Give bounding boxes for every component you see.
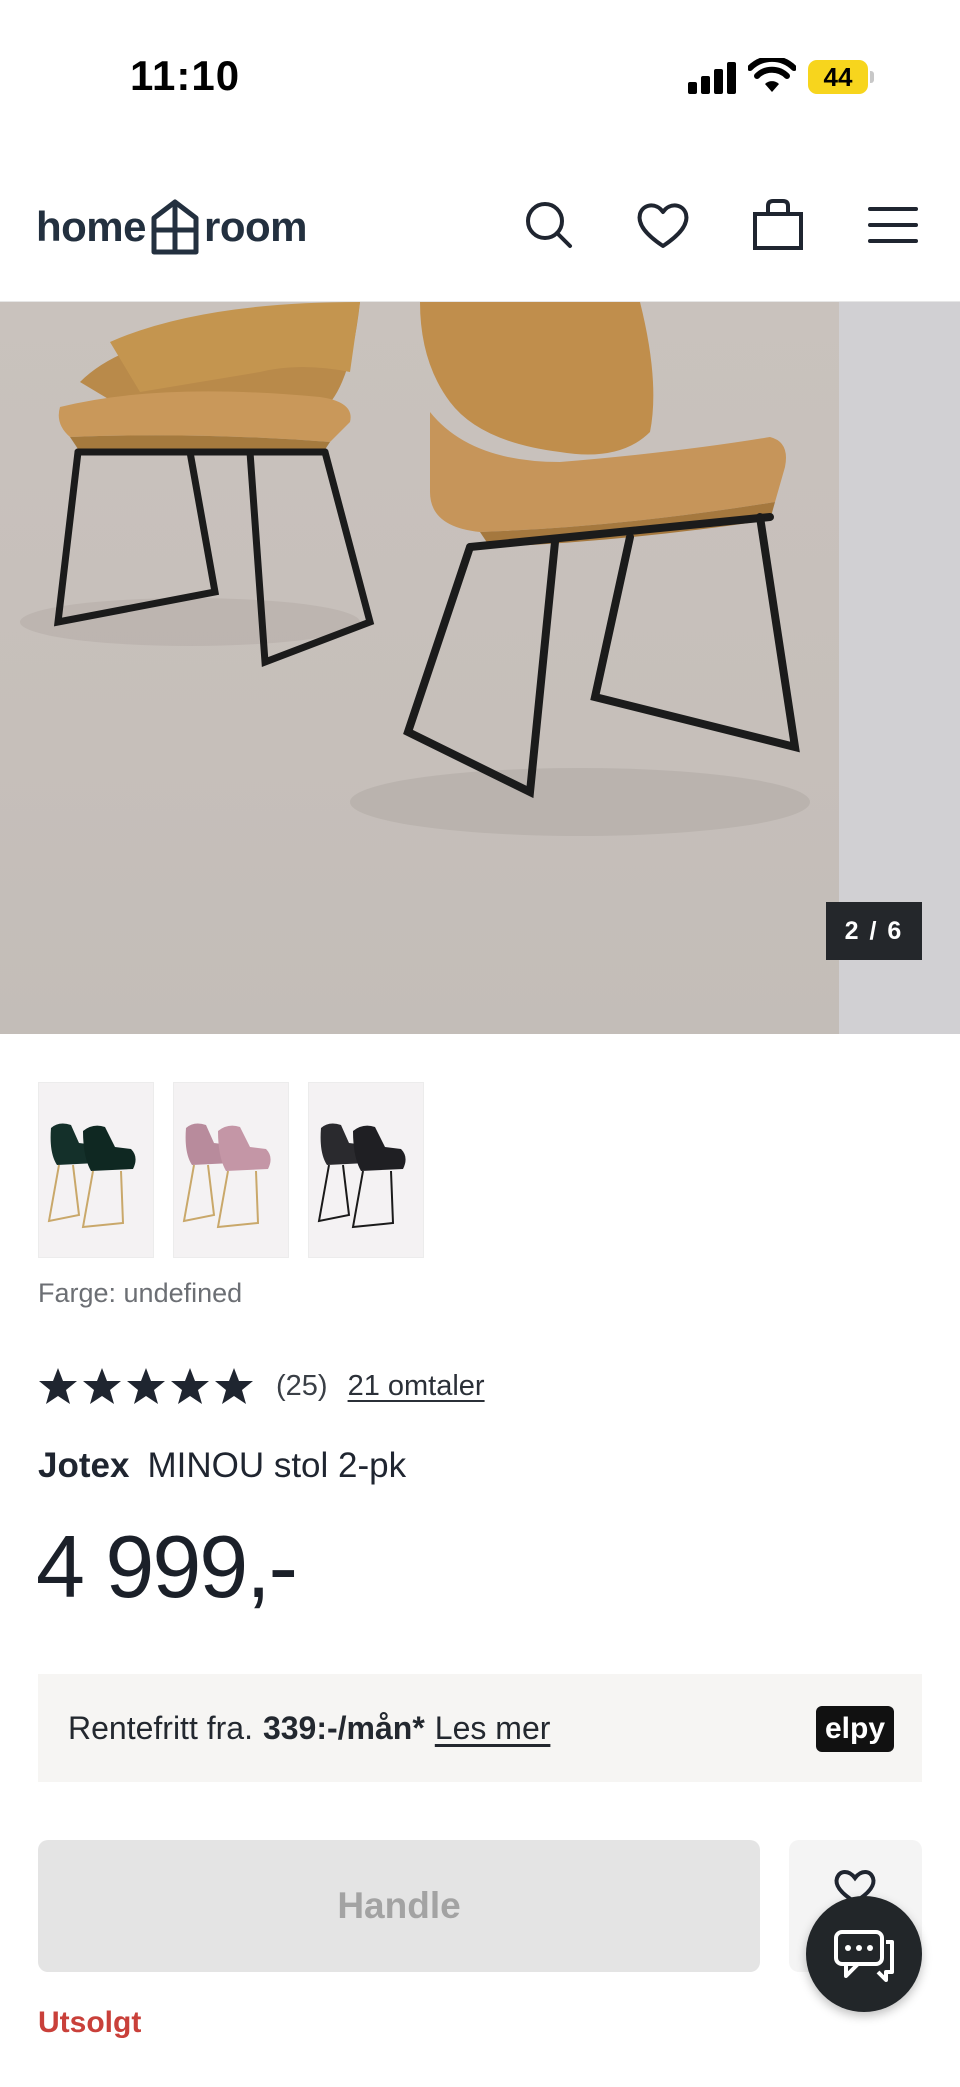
product-price: 4 999,- [36,1517,298,1616]
variant-pink[interactable] [173,1082,289,1258]
financing-amount: 339:-/mån* [262,1709,425,1746]
color-variants [38,1082,424,1258]
reviews-link[interactable]: 21 omtaler [348,1370,485,1403]
star-rating [38,1366,254,1406]
rating-count: (25) [276,1369,328,1402]
rating-row: (25) 21 omtaler [38,1366,485,1406]
product-brand[interactable]: Jotex [38,1446,129,1485]
house-logo-icon [151,199,199,255]
chat-icon [834,1930,894,1982]
homeroom-logo[interactable]: home room [36,192,308,262]
elpy-logo: elpy [816,1706,894,1752]
financing-prefix: Rentefritt fra. [68,1709,253,1746]
battery-icon: 44 [808,60,874,94]
search-icon[interactable] [520,196,578,254]
product-title: Jotex MINOU stol 2-pk [38,1446,406,1486]
color-label: Farge: undefined [38,1278,243,1308]
read-more-link[interactable]: Les mer [435,1710,551,1747]
battery-level: 44 [823,62,853,92]
wifi-icon [748,58,796,92]
sold-out-label: Utsolgt [38,2006,142,2039]
star-icon [83,1368,121,1404]
variant-black[interactable] [308,1082,424,1258]
product-image[interactable] [0,302,839,1034]
logo-text-left: home [36,203,147,250]
image-counter: 2 / 6 [826,902,922,960]
buy-button[interactable]: Handle [38,1840,760,1972]
shopping-bag-icon[interactable] [749,196,807,254]
heart-icon[interactable] [634,196,692,254]
variant-green[interactable] [38,1082,154,1258]
star-icon [39,1368,77,1404]
star-icon [215,1368,253,1404]
financing-banner: Rentefritt fra. 339:-/mån* Les mer elpy [38,1674,922,1782]
logo-text-right: room [204,203,308,250]
menu-icon[interactable] [864,196,922,254]
status-time: 11:10 [130,52,241,99]
product-name: MINOU stol 2-pk [147,1446,407,1485]
status-bar: 11:10 44 [0,0,960,150]
star-icon [171,1368,209,1404]
site-header: home room [0,150,960,302]
chairs-photo [20,302,810,836]
cellular-signal-icon [688,62,736,94]
product-image-carousel[interactable]: 2 / 6 [0,302,960,1034]
star-icon [127,1368,165,1404]
chat-button[interactable] [806,1896,922,2012]
